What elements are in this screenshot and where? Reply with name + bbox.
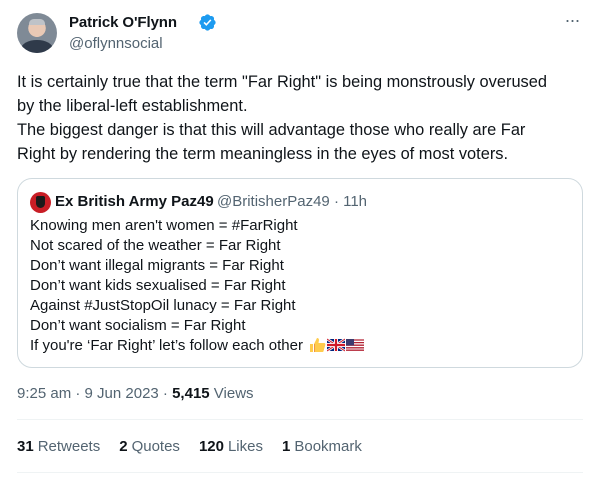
quoted-author-handle-time: @BritisherPaz49 · 11h bbox=[217, 193, 368, 210]
quote-line: Don’t want illegal migrants = Far Right bbox=[30, 257, 284, 274]
quote-line: Don’t want kids sexualised = Far Right bbox=[30, 277, 286, 294]
engagement-stats: 31 Retweets 2 Quotes 120 Likes 1 Bookmark bbox=[17, 438, 381, 455]
tweet-line: Right by rendering the term meaningless … bbox=[17, 145, 509, 163]
quote-line: Knowing men aren't women = #FarRight bbox=[30, 217, 298, 234]
tweet-timestamp[interactable]: 9:25 am · 9 Jun 2023 · bbox=[17, 385, 172, 402]
quote-line: Don’t want socialism = Far Right bbox=[30, 317, 246, 334]
author-avatar[interactable] bbox=[17, 13, 57, 53]
quote-line: Against #JustStopOil lunacy = Far Right bbox=[30, 297, 296, 314]
quoted-tweet-text: Knowing men aren't women = #FarRight Not… bbox=[30, 216, 365, 356]
us-flag-emoji-icon bbox=[346, 339, 365, 351]
divider bbox=[17, 472, 583, 473]
quoted-author-name: Ex British Army Paz49 bbox=[55, 193, 214, 210]
tweet-text: It is certainly true that the term "Far … bbox=[17, 70, 583, 166]
quotes-label: Quotes bbox=[131, 438, 180, 455]
likes-stat[interactable]: 120 Likes bbox=[199, 438, 263, 455]
quote-line: If you're ‘Far Right’ let’s follow each … bbox=[30, 337, 303, 354]
more-options-icon[interactable]: ··· bbox=[563, 11, 581, 32]
quote-last-line: If you're ‘Far Right’ let’s follow each … bbox=[30, 336, 365, 356]
quoted-author-avatar bbox=[30, 192, 51, 213]
divider bbox=[17, 419, 583, 420]
tweet-line: It is certainly true that the term "Far … bbox=[17, 73, 547, 91]
quotes-stat[interactable]: 2 Quotes bbox=[119, 438, 180, 455]
uk-flag-emoji-icon bbox=[327, 337, 346, 353]
verified-badge-icon bbox=[199, 14, 216, 31]
views-count: 5,415 bbox=[172, 385, 210, 402]
tweet-line: The biggest danger is that this will adv… bbox=[17, 121, 526, 139]
retweets-stat[interactable]: 31 Retweets bbox=[17, 438, 100, 455]
quoted-tweet[interactable]: Ex British Army Paz49 @BritisherPaz49 · … bbox=[17, 178, 583, 368]
tweet-meta: 9:25 am · 9 Jun 2023 · 5,415 Views bbox=[17, 385, 254, 402]
tweet-header: Patrick O'Flynn @oflynnsocial ··· bbox=[17, 11, 583, 54]
views-label: Views bbox=[209, 385, 254, 402]
likes-label: Likes bbox=[227, 438, 263, 455]
likes-count: 120 bbox=[198, 438, 224, 455]
author-handle[interactable]: @oflynnsocial bbox=[69, 35, 163, 52]
author-name[interactable]: Patrick O'Flynn bbox=[69, 14, 177, 31]
retweets-label: Retweets bbox=[37, 438, 101, 455]
thumbs-up-emoji-icon bbox=[310, 338, 326, 352]
bookmarks-count: 1 bbox=[282, 438, 291, 455]
retweets-count: 31 bbox=[17, 438, 34, 455]
tweet-line: by the liberal-left establishment. bbox=[17, 97, 248, 115]
quote-line: Not scared of the weather = Far Right bbox=[30, 237, 281, 254]
bookmarks-stat[interactable]: 1 Bookmark bbox=[282, 438, 362, 455]
quotes-count: 2 bbox=[119, 438, 128, 455]
bookmarks-label: Bookmark bbox=[294, 438, 362, 455]
